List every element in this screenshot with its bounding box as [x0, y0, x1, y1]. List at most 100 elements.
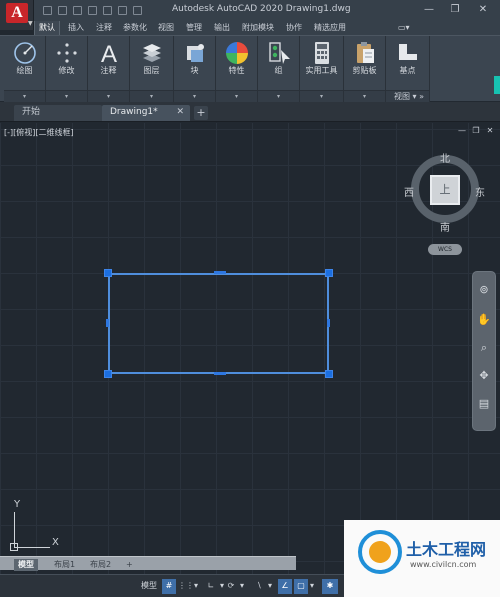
- corner-grip[interactable]: [325, 370, 333, 378]
- midpoint-grip[interactable]: [327, 319, 330, 327]
- steering-wheel-icon[interactable]: ⊚: [476, 282, 492, 298]
- status-osnap-dropdown[interactable]: ▾: [308, 579, 316, 594]
- panel-dropdown[interactable]: ▾: [46, 90, 87, 102]
- panel-dropdown[interactable]: ▾: [258, 90, 299, 102]
- tab-view[interactable]: 视图: [154, 21, 178, 35]
- ribbon-display-toggle[interactable]: ▭▾: [398, 23, 420, 33]
- panel-view[interactable]: 基点 视图 ▾ »: [386, 36, 430, 102]
- viewport-minimize-button[interactable]: —: [456, 126, 468, 135]
- showmotion-icon[interactable]: ▤: [476, 396, 492, 412]
- compass-south[interactable]: 南: [440, 219, 450, 234]
- panel-dropdown[interactable]: ▾: [344, 90, 385, 102]
- panel-dropdown[interactable]: ▾: [88, 90, 129, 102]
- wcs-menu-button[interactable]: WCS: [428, 244, 462, 255]
- panel-label: 块: [190, 66, 199, 75]
- tab-start[interactable]: 开始: [14, 105, 102, 121]
- tab-layout1[interactable]: 布局1: [50, 559, 79, 571]
- tab-layout2[interactable]: 布局2: [86, 559, 115, 571]
- pan-hand-icon[interactable]: ✋: [476, 312, 492, 328]
- open-icon[interactable]: [58, 6, 67, 15]
- undo-icon[interactable]: [118, 6, 127, 15]
- panel-properties[interactable]: 特性 ▾: [216, 36, 258, 102]
- new-icon[interactable]: [43, 6, 52, 15]
- draw-circle-icon: [13, 42, 36, 64]
- ucs-origin-icon[interactable]: [10, 543, 18, 551]
- tab-annotate[interactable]: 注释: [92, 21, 116, 35]
- corner-grip[interactable]: [325, 269, 333, 277]
- panel-clipboard[interactable]: 剪贴板 ▾: [344, 36, 386, 102]
- panel-annotation[interactable]: A 注释 ▾: [88, 36, 130, 102]
- status-object-snap-tracking[interactable]: ∠: [278, 579, 292, 594]
- status-polar-toggle[interactable]: ⟳: [224, 579, 238, 594]
- panel-block[interactable]: 块 ▾: [174, 36, 216, 102]
- status-polar-dropdown[interactable]: ▾: [238, 579, 246, 594]
- status-model-space[interactable]: 模型: [138, 579, 160, 594]
- panel-dropdown[interactable]: ▾: [4, 90, 45, 102]
- tab-insert[interactable]: 插入: [64, 21, 88, 35]
- tab-featured-apps[interactable]: 精选应用: [310, 21, 350, 35]
- minimize-button[interactable]: —: [418, 2, 440, 18]
- tab-drawing1[interactable]: Drawing1* ✕: [102, 105, 190, 121]
- status-snap-toggle[interactable]: ⋮⋮: [178, 579, 194, 594]
- status-object-snap[interactable]: ▢: [294, 579, 308, 594]
- midpoint-grip[interactable]: [214, 271, 226, 274]
- ucs-y-label: Y: [14, 499, 21, 510]
- panel-label: 注释: [100, 66, 117, 75]
- panel-dropdown[interactable]: ▾: [174, 90, 215, 102]
- compass-west[interactable]: 西: [404, 184, 414, 199]
- add-layout-button[interactable]: +: [122, 559, 137, 571]
- viewport-controls-label[interactable]: [-][俯视][二维线框]: [4, 127, 74, 138]
- panel-footer-view[interactable]: 视图 ▾ »: [386, 90, 429, 102]
- ribbon: 绘图 ▾ 修改 ▾ A 注释 ▾ 图层 ▾ 块 ▾ 特性 ▾ 组 ▾ 实用工具 …: [0, 35, 500, 102]
- panel-modify[interactable]: 修改 ▾: [46, 36, 88, 102]
- corner-grip[interactable]: [104, 269, 112, 277]
- panel-dropdown[interactable]: ▾: [216, 90, 257, 102]
- panel-dropdown[interactable]: ▾: [130, 90, 173, 102]
- compass-north[interactable]: 北: [440, 150, 450, 165]
- watermark-logo: 土木工程网 www.civilcn.com: [344, 520, 500, 597]
- midpoint-grip[interactable]: [214, 372, 226, 375]
- close-button[interactable]: ✕: [472, 2, 494, 18]
- tab-collaborate[interactable]: 协作: [282, 21, 306, 35]
- application-menu-button[interactable]: A ▼: [0, 0, 34, 30]
- window-controls: — ❐ ✕: [416, 2, 496, 18]
- orbit-icon[interactable]: ✥: [476, 368, 492, 384]
- tab-default[interactable]: 默认: [34, 21, 60, 35]
- panel-layers[interactable]: 图层 ▾: [130, 36, 174, 102]
- document-tab-bar: 开始 Drawing1* ✕ +: [0, 102, 500, 122]
- redo-icon[interactable]: [133, 6, 142, 15]
- panel-label: 特性: [228, 66, 245, 75]
- new-drawing-button[interactable]: +: [194, 106, 208, 120]
- status-isodraft-toggle[interactable]: ∖: [252, 579, 266, 594]
- viewport-restore-button[interactable]: ❐: [470, 126, 482, 135]
- close-icon[interactable]: ✕: [176, 105, 184, 120]
- tab-model[interactable]: 模型: [14, 559, 38, 571]
- saveas-icon[interactable]: [88, 6, 97, 15]
- status-annotation-scale[interactable]: ✱: [322, 579, 338, 594]
- panel-draw[interactable]: 绘图 ▾: [4, 36, 46, 102]
- viewport-close-button[interactable]: ✕: [484, 126, 496, 135]
- status-ortho-toggle[interactable]: ∟: [204, 579, 218, 594]
- midpoint-grip[interactable]: [106, 319, 109, 327]
- tab-parametric[interactable]: 参数化: [120, 21, 150, 35]
- viewport-window-controls: — ❐ ✕: [456, 126, 496, 138]
- tab-addins[interactable]: 附加模块: [238, 21, 278, 35]
- selected-rectangle[interactable]: [108, 273, 329, 374]
- tab-manage[interactable]: 管理: [182, 21, 206, 35]
- compass-east[interactable]: 东: [475, 184, 485, 199]
- tab-output[interactable]: 输出: [210, 21, 234, 35]
- autocad-logo-icon: A: [6, 3, 28, 23]
- drawing-area[interactable]: [-][俯视][二维线框] — ❐ ✕ 北 南 西 东 上 WCS ⊚ ✋ ⌕ …: [0, 123, 500, 574]
- panel-dropdown[interactable]: ▾: [300, 90, 343, 102]
- save-icon[interactable]: [73, 6, 82, 15]
- status-snap-dropdown[interactable]: ▾: [192, 579, 200, 594]
- viewcube-top-face[interactable]: 上: [430, 175, 460, 205]
- panel-utilities[interactable]: 实用工具 ▾: [300, 36, 344, 102]
- status-isodraft-dropdown[interactable]: ▾: [266, 579, 274, 594]
- zoom-icon[interactable]: ⌕: [476, 340, 492, 356]
- status-grid-toggle[interactable]: #: [162, 579, 176, 594]
- print-icon[interactable]: [103, 6, 112, 15]
- panel-group[interactable]: 组 ▾: [258, 36, 300, 102]
- restore-button[interactable]: ❐: [444, 2, 466, 18]
- corner-grip[interactable]: [104, 370, 112, 378]
